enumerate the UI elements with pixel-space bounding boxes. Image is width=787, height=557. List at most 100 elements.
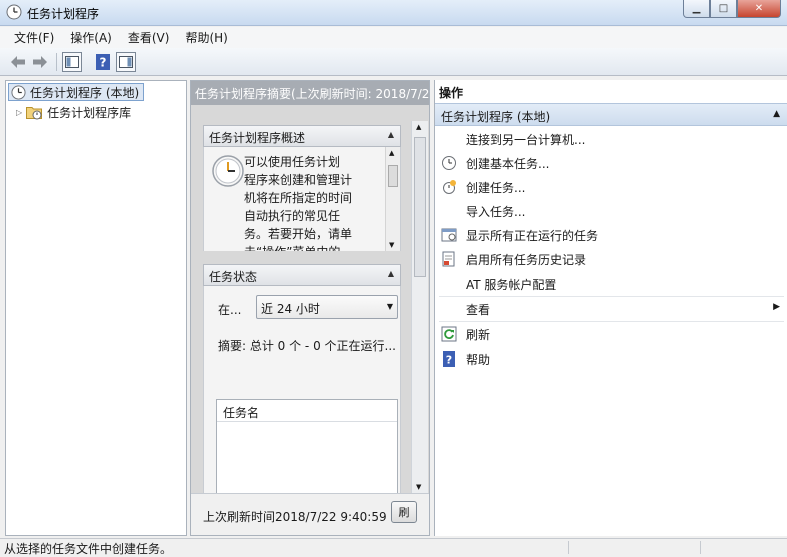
overview-line: 可以使用任务计划: [244, 155, 341, 169]
overview-text: 可以使用任务计划 程序来创建和管理计 机将在所指定的时间 自动执行的常见任 务。…: [244, 153, 380, 251]
chevron-down-icon: ▼: [386, 302, 393, 311]
overview-line: 击“操作”菜单中的: [244, 243, 380, 251]
time-range-select[interactable]: 近 24 小时 ▼: [256, 295, 398, 319]
menu-action[interactable]: 操作(A): [62, 29, 120, 46]
clock-icon: [442, 156, 456, 170]
overview-line: 自动执行的常见任: [244, 209, 341, 223]
task-status-section-title: 任务状态: [209, 270, 258, 284]
maximize-icon: □: [718, 3, 729, 14]
summary-pane: 任务计划程序摘要(上次刷新时间: 2018/7/22 9:40:59) 任务计划…: [190, 80, 430, 536]
tree-item-task-scheduler-local[interactable]: 任务计划程序 (本地): [8, 83, 145, 101]
toolbar-separator: [56, 53, 57, 71]
action-label: 帮助: [466, 353, 491, 367]
action-label: 导入任务...: [466, 205, 526, 219]
title-bar: 任务计划程序 ▁ □ ✕: [0, 0, 787, 26]
action-connect-computer[interactable]: 连接到另一台计算机...: [435, 127, 787, 151]
action-refresh[interactable]: 刷新: [435, 322, 787, 346]
action-create-task[interactable]: 创建任务...: [435, 175, 787, 199]
tree-item-task-library[interactable]: ▷ 任务计划程序库: [16, 103, 131, 121]
overview-section-body: 可以使用任务计划 程序来创建和管理计 机将在所指定的时间 自动执行的常见任 务。…: [203, 147, 401, 251]
overview-section-title: 任务计划程序概述: [209, 131, 306, 145]
running-tasks-icon: [441, 228, 457, 242]
task-name-column-header[interactable]: 任务名: [217, 400, 397, 422]
clock-icon: [11, 84, 26, 100]
status-divider: [568, 541, 569, 554]
scroll-thumb[interactable]: [414, 137, 426, 277]
scroll-up-icon[interactable]: ▲: [389, 149, 394, 157]
collapse-icon[interactable]: ▲: [773, 109, 780, 119]
action-label: 创建基本任务...: [466, 157, 550, 171]
collapse-icon[interactable]: ▲: [388, 130, 394, 139]
range-label: 在...: [218, 303, 242, 317]
last-refresh-time: 上次刷新时间2018/7/22 9:40:59: [203, 510, 387, 524]
expand-arrow-icon[interactable]: ▷: [16, 108, 22, 117]
forward-arrow-icon: [33, 56, 47, 68]
scroll-down-icon[interactable]: ▼: [389, 241, 394, 249]
minimize-icon: ▁: [692, 3, 701, 14]
overview-scrollbar[interactable]: ▲ ▼: [385, 147, 400, 251]
collapse-icon[interactable]: ▲: [388, 269, 394, 278]
summary-header: 任务计划程序摘要(上次刷新时间: 2018/7/22 9:40:59): [191, 81, 429, 105]
action-label: 查看: [466, 303, 491, 317]
action-view[interactable]: 查看 ▶: [435, 297, 787, 321]
menu-help[interactable]: 帮助(H): [177, 29, 235, 46]
console-tree-icon: [65, 56, 79, 68]
minimize-button[interactable]: ▁: [683, 0, 710, 18]
action-label: 连接到另一台计算机...: [466, 133, 586, 147]
overview-line: 机将在所指定的时间: [244, 191, 353, 205]
show-hide-tree-button[interactable]: [62, 52, 82, 72]
scroll-thumb[interactable]: [388, 165, 398, 187]
tree-item-label: 任务计划程序库: [47, 105, 132, 120]
back-arrow-icon: [11, 56, 25, 68]
menu-bar: 文件(F) 操作(A) 查看(V) 帮助(H): [0, 27, 787, 48]
folder-clock-icon: [26, 106, 43, 119]
task-status-section-header[interactable]: 任务状态 ▲: [203, 264, 401, 286]
svg-text:?: ?: [446, 354, 452, 367]
close-button[interactable]: ✕: [737, 0, 781, 18]
help-book-icon: ?: [96, 54, 110, 70]
summary-scrollbar[interactable]: ▲ ▼: [411, 121, 428, 493]
status-summary: 摘要: 总计 0 个 - 0 个正在运行...: [218, 339, 396, 353]
maximize-button[interactable]: □: [710, 0, 737, 18]
refresh-icon: [441, 326, 457, 342]
action-at-service-account[interactable]: AT 服务帐户配置: [435, 272, 787, 296]
overview-section-header[interactable]: 任务计划程序概述 ▲: [203, 125, 401, 147]
action-label: 显示所有正在运行的任务: [466, 229, 599, 243]
back-button[interactable]: [8, 52, 28, 72]
tree-item-label: 任务计划程序 (本地): [30, 85, 140, 100]
forward-button[interactable]: [30, 52, 50, 72]
action-enable-history[interactable]: 启用所有任务历史记录: [435, 247, 787, 271]
action-label: 刷新: [466, 328, 491, 342]
overview-line: 务。若要开始，请单: [244, 227, 353, 241]
actions-group-header[interactable]: 任务计划程序 (本地) ▲: [435, 103, 787, 126]
action-label: 创建任务...: [466, 181, 526, 195]
action-label: 启用所有任务历史记录: [466, 253, 587, 267]
scroll-up-icon[interactable]: ▲: [416, 123, 421, 131]
show-hide-action-pane-button[interactable]: [116, 52, 136, 72]
toolbar: ?: [0, 48, 787, 76]
task-list[interactable]: 任务名: [216, 399, 398, 495]
actions-group-title: 任务计划程序 (本地): [441, 110, 551, 124]
action-pane-icon: [119, 56, 133, 68]
menu-file[interactable]: 文件(F): [6, 29, 62, 46]
help-toolbar-button[interactable]: ?: [93, 52, 113, 72]
overview-line: 程序来创建和管理计: [244, 173, 353, 187]
action-help[interactable]: ? 帮助: [435, 347, 787, 371]
action-create-basic-task[interactable]: 创建基本任务...: [435, 151, 787, 175]
status-bar: 从选择的任务文件中创建任务。: [0, 538, 787, 556]
actions-title: 操作: [439, 86, 464, 100]
menu-view[interactable]: 查看(V): [120, 29, 178, 46]
time-range-value: 近 24 小时: [261, 302, 320, 316]
scroll-down-icon[interactable]: ▼: [416, 483, 421, 491]
close-icon: ✕: [754, 3, 764, 14]
status-divider: [700, 541, 701, 554]
svg-text:?: ?: [100, 56, 107, 70]
refresh-button[interactable]: 刷: [391, 501, 417, 523]
action-show-running-tasks[interactable]: 显示所有正在运行的任务: [435, 223, 787, 247]
task-status-section-body: 在... 近 24 小时 ▼ 摘要: 总计 0 个 - 0 个正在运行... 任…: [203, 286, 401, 495]
actions-pane: 操作 任务计划程序 (本地) ▲ 连接到另一台计算机... 创建基本任务... …: [434, 80, 787, 536]
action-import-task[interactable]: 导入任务...: [435, 199, 787, 223]
action-label: AT 服务帐户配置: [466, 278, 557, 292]
refresh-bar: 上次刷新时间2018/7/22 9:40:59 刷: [191, 493, 429, 535]
console-tree: 任务计划程序 (本地) ▷ 任务计划程序库: [5, 80, 187, 536]
